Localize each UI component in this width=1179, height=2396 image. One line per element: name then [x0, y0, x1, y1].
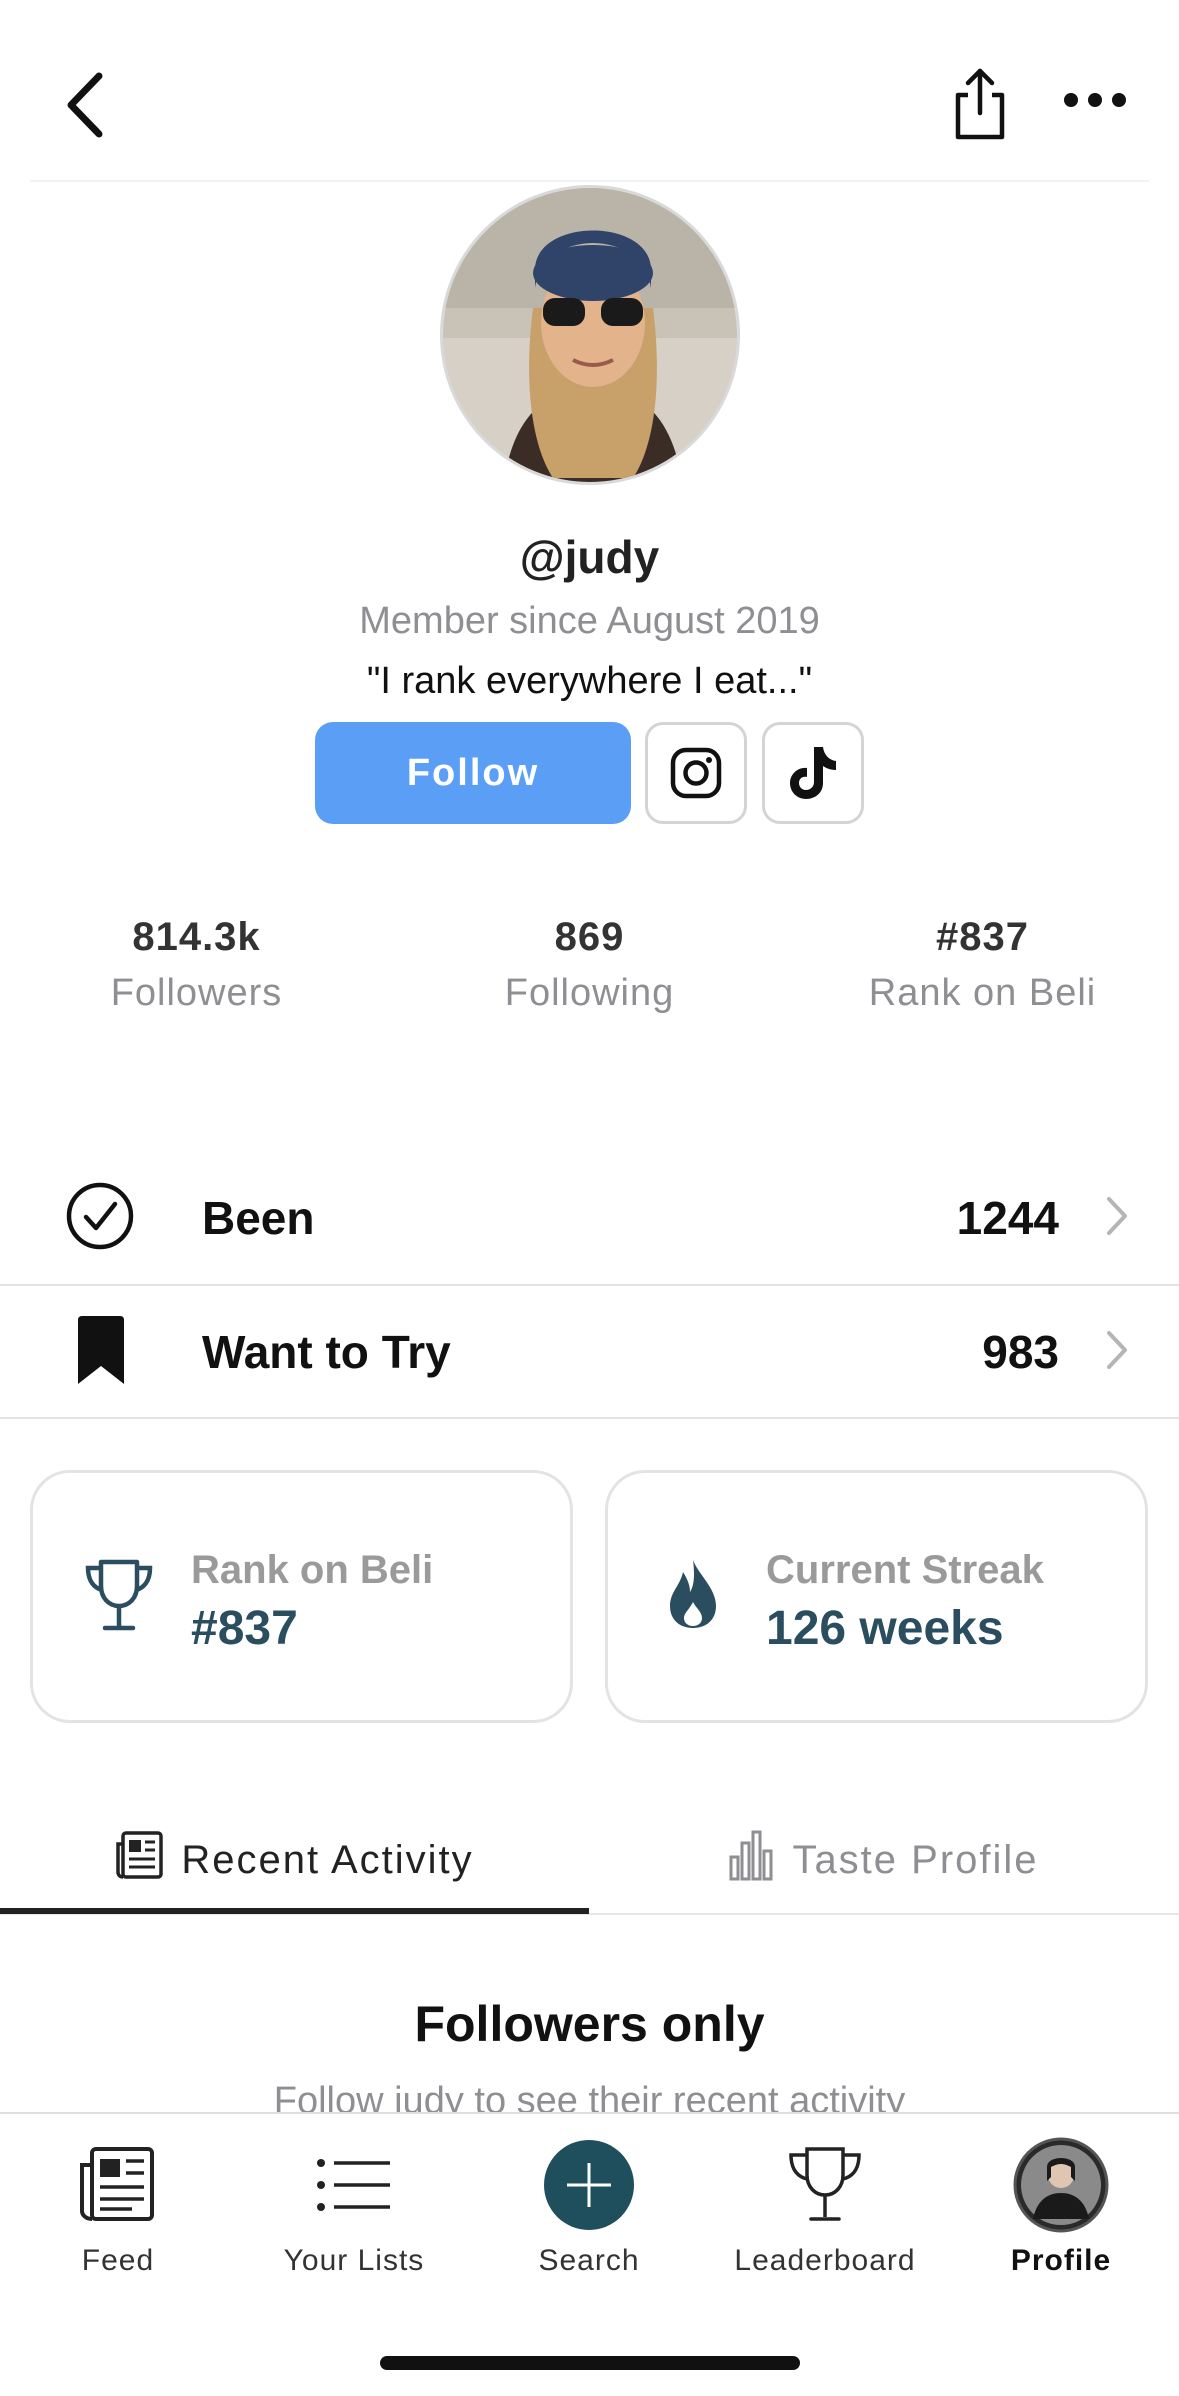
share-button[interactable]: [930, 55, 1030, 155]
tabbar-label: Profile: [1010, 2244, 1112, 2277]
list-row-label: Been: [202, 1192, 315, 1244]
tabbar-label: Leaderboard: [734, 2244, 916, 2277]
list-row-been[interactable]: Been 1244: [0, 1152, 1179, 1284]
plus-circle-icon: [471, 2140, 707, 2230]
tabbar-label: Your Lists: [283, 2244, 425, 2277]
stat-followers[interactable]: 814.3k Followers: [0, 915, 393, 1015]
stat-label: Following: [504, 972, 675, 1014]
tabbar-item-your-lists[interactable]: Your Lists: [236, 2140, 472, 2278]
tabbar-item-search[interactable]: Search: [471, 2140, 707, 2278]
avatar: [943, 2137, 1179, 2233]
back-button[interactable]: [40, 50, 130, 160]
bookmark-icon: [74, 1314, 128, 1391]
stat-value: #837: [936, 915, 1029, 959]
list-row-want-to-try[interactable]: Want to Try 983: [0, 1286, 1179, 1418]
chevron-right-icon: [1105, 1195, 1129, 1242]
streak-card[interactable]: Current Streak 126 weeks: [605, 1470, 1148, 1723]
tiktok-icon: [790, 747, 836, 799]
tabbar-item-feed[interactable]: Feed: [0, 2140, 236, 2278]
bar-chart-icon: [728, 1829, 776, 1891]
stat-value: 869: [554, 915, 625, 959]
tiktok-button[interactable]: [762, 722, 864, 824]
share-icon: [955, 68, 1005, 140]
avatar[interactable]: [440, 185, 740, 485]
trophy-icon: [83, 1558, 155, 1639]
stat-label: Followers: [110, 972, 283, 1014]
profile-handle: @judy: [519, 531, 660, 583]
newspaper-icon: [115, 1830, 165, 1890]
list-row-count: 1244: [956, 1192, 1059, 1244]
tabbar-item-leaderboard[interactable]: Leaderboard: [707, 2140, 943, 2278]
home-indicator[interactable]: [380, 2356, 800, 2370]
tab-taste-profile[interactable]: Taste Profile: [589, 1810, 1178, 1910]
more-horizontal-icon: [1064, 93, 1126, 107]
card-value: 126 weeks: [766, 1602, 1004, 1655]
active-tab-indicator: [0, 1908, 589, 1914]
instagram-icon: [670, 747, 722, 799]
tabbar-item-profile[interactable]: Profile: [943, 2137, 1179, 2278]
list-row-label: Want to Try: [202, 1326, 451, 1378]
instagram-button[interactable]: [645, 722, 747, 824]
row-divider: [0, 1417, 1179, 1419]
stat-following[interactable]: 869 Following: [393, 915, 786, 1015]
member-since: Member since August 2019: [359, 600, 820, 642]
card-label: Current Streak: [766, 1548, 1044, 1592]
list-icon: [236, 2140, 472, 2230]
follow-button[interactable]: Follow: [315, 722, 631, 824]
check-circle-icon: [66, 1182, 134, 1255]
bottom-tab-bar: Feed Your Lists Search Leaderboard Profi…: [0, 2112, 1179, 2396]
header-divider: [30, 180, 1149, 182]
flame-icon: [668, 1558, 718, 1635]
list-row-count: 983: [982, 1326, 1059, 1378]
tab-label: Taste Profile: [792, 1837, 1039, 1882]
chevron-right-icon: [1105, 1329, 1129, 1376]
tab-label: Recent Activity: [181, 1837, 474, 1882]
followers-only-title: Followers only: [414, 1996, 765, 2052]
stat-label: Rank on Beli: [868, 972, 1097, 1014]
stat-rank[interactable]: #837 Rank on Beli: [786, 915, 1179, 1015]
more-button[interactable]: [1050, 60, 1140, 140]
tabbar-label: Feed: [81, 2244, 155, 2277]
profile-bio: "I rank everywhere I eat...": [366, 660, 813, 702]
tabbar-label: Search: [538, 2244, 640, 2277]
trophy-icon: [707, 2140, 943, 2230]
card-value: #837: [191, 1602, 298, 1655]
rank-card[interactable]: Rank on Beli #837: [30, 1470, 573, 1723]
stat-value: 814.3k: [132, 915, 261, 959]
card-label: Rank on Beli: [191, 1548, 434, 1592]
newspaper-icon: [0, 2140, 236, 2230]
tab-recent-activity[interactable]: Recent Activity: [0, 1810, 589, 1910]
chevron-left-icon: [67, 72, 103, 138]
